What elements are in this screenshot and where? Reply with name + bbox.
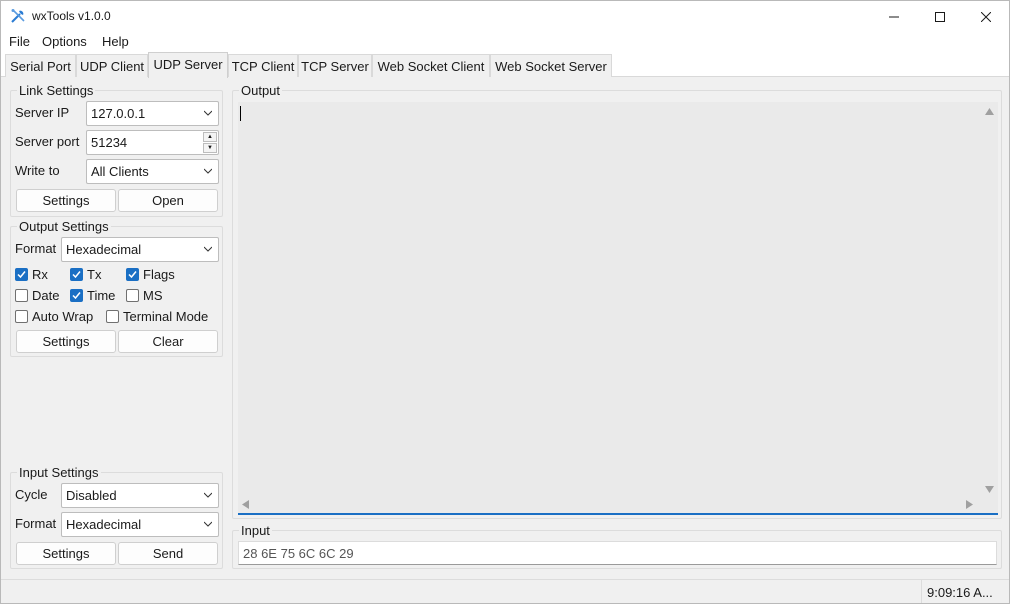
write-to-combo[interactable]: All Clients: [86, 159, 219, 184]
checkbox-checked-icon: [70, 268, 83, 281]
close-button[interactable]: [963, 1, 1009, 33]
output-settings-button[interactable]: Settings: [16, 330, 116, 353]
app-window: wxTools v1.0.0 File Options Help Serial …: [0, 0, 1010, 604]
date-label: Date: [32, 288, 60, 303]
checkbox-unchecked-icon: [106, 310, 119, 323]
time-checkbox[interactable]: Time: [70, 288, 115, 303]
date-checkbox[interactable]: Date: [15, 288, 59, 303]
spin-up-icon[interactable]: ▲: [203, 132, 217, 142]
time-label: Time: [87, 288, 116, 303]
tab-tcp-client[interactable]: TCP Client: [228, 54, 298, 77]
server-ip-combo[interactable]: 127.0.0.1: [86, 101, 219, 126]
tab-bar: Serial Port UDP Client UDP Server TCP Cl…: [1, 52, 1009, 78]
input-format-value: Hexadecimal: [66, 517, 142, 532]
tools-icon: [11, 9, 25, 23]
input-field[interactable]: 28 6E 75 6C 6C 29: [238, 541, 997, 565]
spin-down-icon[interactable]: ▼: [203, 143, 217, 153]
ms-checkbox[interactable]: MS: [126, 288, 163, 303]
tab-tcp-server[interactable]: TCP Server: [298, 54, 372, 77]
minimize-icon: [889, 16, 899, 18]
server-ip-value: 127.0.0.1: [91, 106, 146, 121]
maximize-icon: [935, 12, 945, 22]
write-to-value: All Clients: [91, 164, 149, 179]
auto-wrap-label: Auto Wrap: [32, 309, 94, 324]
link-settings-title: Link Settings: [17, 83, 96, 98]
output-settings-title: Output Settings: [17, 219, 111, 234]
rx-checkbox[interactable]: Rx: [15, 267, 48, 282]
tab-web-socket-client[interactable]: Web Socket Client: [372, 54, 490, 77]
flags-label: Flags: [143, 267, 175, 282]
checkbox-unchecked-icon: [15, 289, 28, 302]
output-title: Output: [239, 83, 283, 98]
input-settings-button[interactable]: Settings: [16, 542, 116, 565]
tab-web-socket-server[interactable]: Web Socket Server: [490, 54, 612, 77]
chevron-down-icon: [204, 110, 212, 116]
tx-checkbox[interactable]: Tx: [70, 267, 101, 282]
output-format-label: Format: [15, 241, 57, 256]
flags-checkbox[interactable]: Flags: [126, 267, 175, 282]
write-to-label: Write to: [15, 163, 60, 178]
output-textarea[interactable]: [238, 102, 998, 515]
maximize-button[interactable]: [917, 1, 963, 33]
input-title: Input: [239, 523, 272, 538]
server-port-label: Server port: [15, 134, 80, 149]
rx-label: Rx: [32, 267, 48, 282]
close-icon: [981, 12, 991, 22]
scroll-down-icon[interactable]: [985, 486, 994, 493]
checkbox-checked-icon: [126, 268, 139, 281]
spin-buttons: ▲ ▼: [203, 132, 217, 153]
auto-wrap-checkbox[interactable]: Auto Wrap: [15, 309, 93, 324]
minimize-button[interactable]: [871, 1, 917, 33]
title-bar[interactable]: wxTools v1.0.0: [1, 1, 1009, 33]
link-settings-button[interactable]: Settings: [16, 189, 116, 212]
tab-udp-server[interactable]: UDP Server: [148, 52, 228, 78]
ms-label: MS: [143, 288, 163, 303]
chevron-down-icon: [204, 246, 212, 252]
tx-label: Tx: [87, 267, 102, 282]
cycle-combo[interactable]: Disabled: [61, 483, 219, 508]
scroll-left-icon[interactable]: [242, 500, 249, 509]
checkbox-checked-icon: [70, 289, 83, 302]
menu-file[interactable]: File: [9, 34, 30, 49]
output-format-value: Hexadecimal: [66, 242, 142, 257]
status-bar: 9:09:16 A...: [1, 579, 1009, 603]
input-format-label: Format: [15, 516, 57, 531]
chevron-down-icon: [204, 168, 212, 174]
send-button[interactable]: Send: [118, 542, 218, 565]
text-caret: [240, 106, 241, 121]
checkbox-checked-icon: [15, 268, 28, 281]
menu-help[interactable]: Help: [102, 34, 129, 49]
menu-options[interactable]: Options: [42, 34, 87, 49]
server-ip-label: Server IP: [15, 105, 70, 120]
server-port-value: 51234: [91, 135, 128, 150]
input-value: 28 6E 75 6C 6C 29: [243, 546, 354, 561]
terminal-mode-label: Terminal Mode: [123, 309, 209, 324]
clear-button[interactable]: Clear: [118, 330, 218, 353]
input-settings-title: Input Settings: [17, 465, 101, 480]
horizontal-scrollbar[interactable]: [238, 496, 981, 513]
server-port-spinbox[interactable]: 51234 ▲ ▼: [86, 130, 219, 155]
scroll-right-icon[interactable]: [966, 500, 973, 509]
cycle-value: Disabled: [66, 488, 117, 503]
terminal-mode-checkbox[interactable]: Terminal Mode: [106, 309, 208, 324]
output-format-combo[interactable]: Hexadecimal: [61, 237, 219, 262]
checkbox-unchecked-icon: [15, 310, 28, 323]
scroll-up-icon[interactable]: [985, 108, 994, 115]
cycle-label: Cycle: [15, 487, 48, 502]
status-time: 9:09:16 A...: [921, 580, 1009, 603]
input-format-combo[interactable]: Hexadecimal: [61, 512, 219, 537]
chevron-down-icon: [204, 492, 212, 498]
open-button[interactable]: Open: [118, 189, 218, 212]
window-title: wxTools v1.0.0: [32, 9, 111, 23]
tab-udp-client[interactable]: UDP Client: [76, 54, 148, 77]
menu-bar: File Options Help: [1, 33, 1009, 52]
chevron-down-icon: [204, 521, 212, 527]
vertical-scrollbar[interactable]: [981, 102, 998, 496]
checkbox-unchecked-icon: [126, 289, 139, 302]
tab-serial-port[interactable]: Serial Port: [5, 54, 76, 77]
